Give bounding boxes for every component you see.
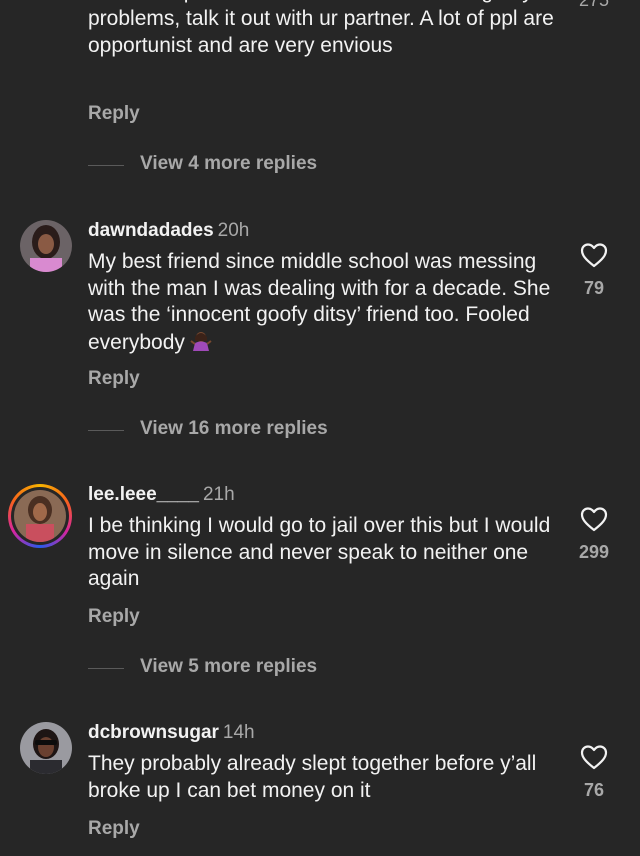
woman-shrugging-emoji: [189, 329, 213, 353]
like-count: 299: [578, 542, 610, 562]
reply-button[interactable]: Reply: [88, 818, 140, 840]
comment-text-content: My best friend since middle school was m…: [88, 250, 551, 354]
username[interactable]: lee.leee____: [88, 484, 199, 505]
heart-icon[interactable]: [580, 242, 608, 268]
username[interactable]: dawndadades: [88, 220, 214, 241]
view-more-label: View 5 more replies: [140, 656, 318, 677]
comment-meta: dawndadades 20h: [88, 219, 249, 243]
username[interactable]: dcbrownsugar: [88, 722, 219, 743]
view-more-label: View 16 more replies: [140, 418, 328, 439]
like-count: 275: [578, 0, 610, 10]
reply-button[interactable]: Reply: [88, 606, 140, 628]
thread-line: [88, 668, 124, 669]
comment-text: My best friend since middle school was m…: [88, 249, 558, 356]
comment-text: I be thinking I would go to jail over th…: [88, 514, 551, 590]
timestamp: 20h: [217, 220, 250, 241]
avatar[interactable]: [20, 220, 72, 272]
timestamp: 21h: [202, 484, 235, 505]
thread-line: [88, 165, 124, 166]
reply-button[interactable]: Reply: [88, 103, 140, 125]
like-button[interactable]: 76: [574, 744, 614, 801]
thread-line: [88, 430, 124, 431]
comment-text: They probably already slept together bef…: [88, 752, 537, 802]
comment-meta: dcbrownsugar 14h: [88, 721, 255, 745]
comment-text: relationship issues to ur friends. If ur…: [88, 0, 554, 57]
heart-icon[interactable]: [580, 744, 608, 770]
avatar: [14, 490, 66, 542]
like-button[interactable]: 79: [574, 242, 614, 299]
avatar-story-ring[interactable]: [8, 484, 72, 548]
like-button[interactable]: 299: [574, 506, 614, 563]
comments-screen: relationship issues to ur friends. If ur…: [0, 0, 640, 856]
like-count: 76: [583, 780, 605, 800]
like-count: 79: [583, 278, 605, 298]
comment-meta: lee.leee____ 21h: [88, 483, 235, 507]
heart-icon[interactable]: [580, 506, 608, 532]
view-more-label: View 4 more replies: [140, 153, 318, 174]
timestamp: 14h: [222, 722, 255, 743]
reply-button[interactable]: Reply: [88, 368, 140, 390]
avatar[interactable]: [20, 722, 72, 774]
